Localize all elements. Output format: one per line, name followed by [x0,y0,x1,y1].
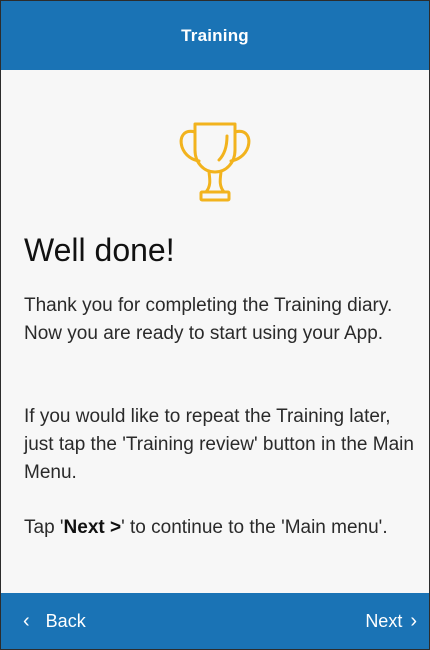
chevron-right-icon: › [410,610,417,632]
next-button[interactable]: Next › [365,593,417,649]
title-bar: Training [1,1,429,70]
back-button[interactable]: ‹ Back [23,593,86,649]
completion-message: Thank you for completing the Training di… [24,295,393,344]
continue-message: Tap 'Next >' to continue to the 'Main me… [24,514,414,542]
main-content: Well done! Thank you for completing the … [1,70,429,593]
app-frame: Training Well done! Thank you for comple… [0,0,430,650]
bottom-nav-bar: ‹ Back Next › [1,593,429,649]
chevron-left-icon: ‹ [23,610,30,632]
back-button-label: Back [45,610,86,631]
trophy-icon [179,122,251,202]
continue-message-post: ' to continue to the 'Main menu'. [121,517,388,538]
repeat-training-message: If you would like to repeat the Training… [24,406,414,483]
continue-message-pre: Tap ' [24,517,64,538]
page-title: Training [181,25,249,45]
continue-message-next: Next > [63,517,122,538]
page-heading: Well done! [24,232,175,268]
next-button-label: Next [365,610,403,631]
